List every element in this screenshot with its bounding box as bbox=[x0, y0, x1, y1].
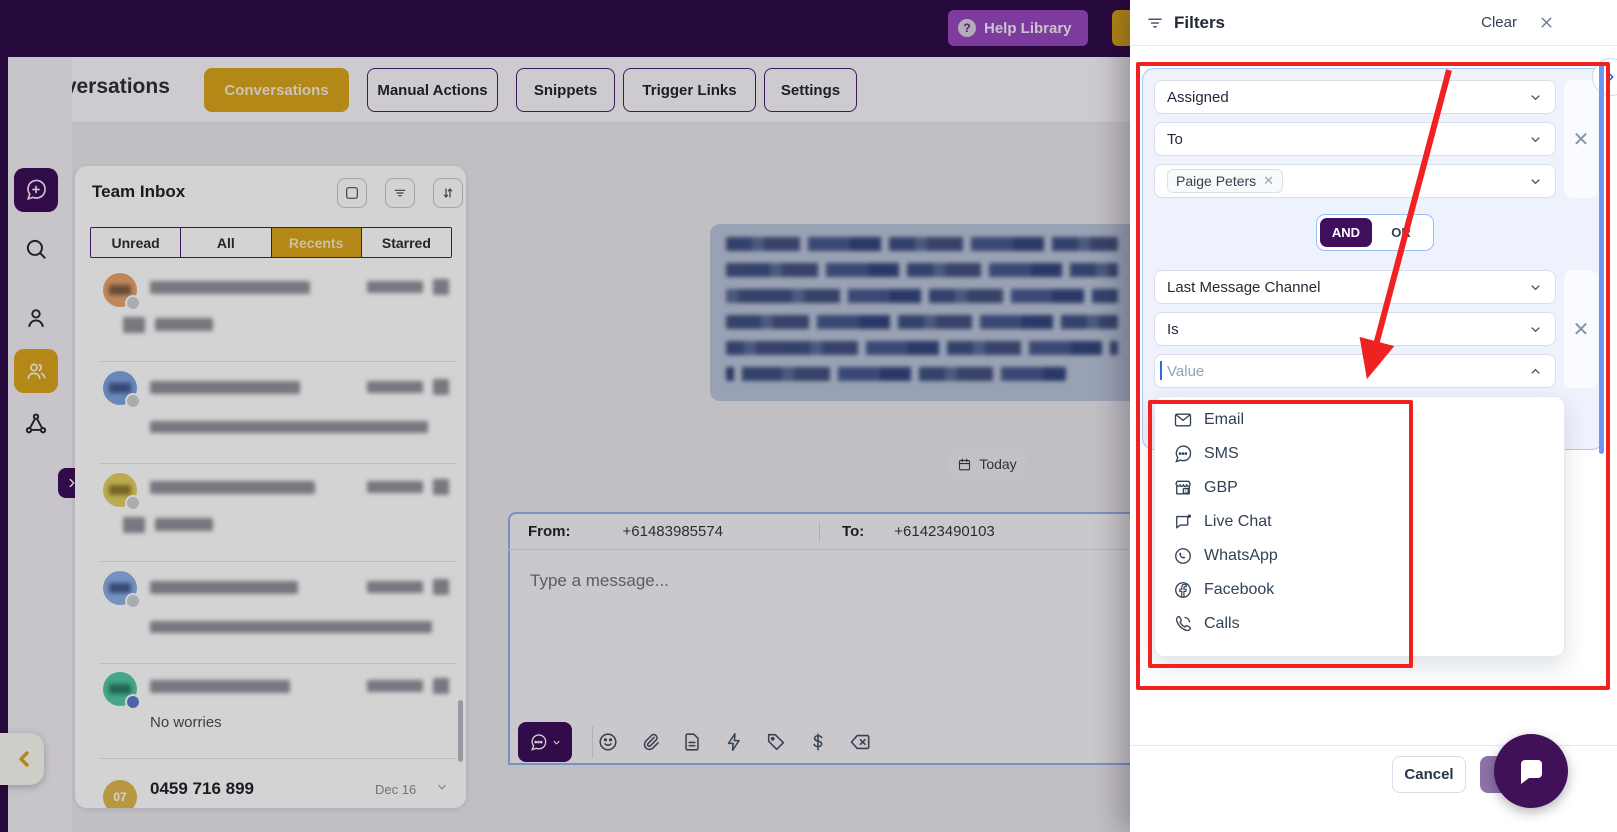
chat-widget-icon bbox=[1521, 760, 1542, 784]
chat-widget-button[interactable] bbox=[1494, 734, 1568, 808]
annotation-arrow bbox=[1359, 69, 1452, 380]
modal-overlay[interactable] bbox=[0, 0, 1130, 832]
app-root: ? Help Library Conversations Conversatio… bbox=[0, 0, 1617, 832]
cancel-button[interactable]: Cancel bbox=[1392, 756, 1466, 793]
